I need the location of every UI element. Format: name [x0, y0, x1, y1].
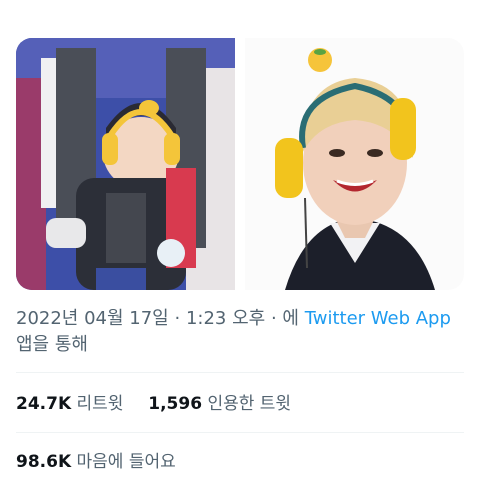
quotes-stat[interactable]: 1,596 인용한 트윗: [148, 394, 291, 414]
separator: ·: [174, 308, 181, 329]
tweet-time[interactable]: 1:23 오후: [186, 308, 265, 329]
divider: [16, 372, 464, 373]
likes-count: 98.6K: [16, 452, 72, 472]
likes-stat[interactable]: 98.6K 마음에 들어요: [16, 452, 176, 472]
likes-row: 98.6K 마음에 들어요: [16, 450, 464, 474]
tweet-detail: 2022년 04월 17일 · 1:23 오후 · 에 Twitter Web …: [0, 0, 480, 488]
quotes-count: 1,596: [148, 394, 203, 414]
quotes-label: 인용한 트윗: [207, 394, 292, 414]
via-prefix: 에: [282, 308, 299, 329]
media-image-2[interactable]: [245, 38, 464, 290]
divider: [16, 432, 464, 433]
retweets-count: 24.7K: [16, 394, 72, 414]
source-app-link[interactable]: Twitter Web App: [305, 308, 451, 329]
media-image-1[interactable]: [16, 38, 235, 290]
media-grid: [16, 38, 464, 290]
likes-label: 마음에 들어요: [76, 452, 176, 472]
person-photo-icon: [245, 38, 464, 290]
tweet-timestamp: 2022년 04월 17일 · 1:23 오후 · 에 Twitter Web …: [16, 306, 464, 358]
tweet-date[interactable]: 2022년 04월 17일: [16, 308, 169, 329]
retweets-stat[interactable]: 24.7K 리트윗: [16, 394, 129, 414]
retweets-label: 리트윗: [76, 394, 124, 414]
baby-photo-icon: [16, 38, 235, 290]
via-suffix: 앱을 통해: [16, 334, 88, 355]
engagement-row: 24.7K 리트윗 1,596 인용한 트윗: [16, 392, 464, 416]
separator: ·: [270, 308, 277, 329]
